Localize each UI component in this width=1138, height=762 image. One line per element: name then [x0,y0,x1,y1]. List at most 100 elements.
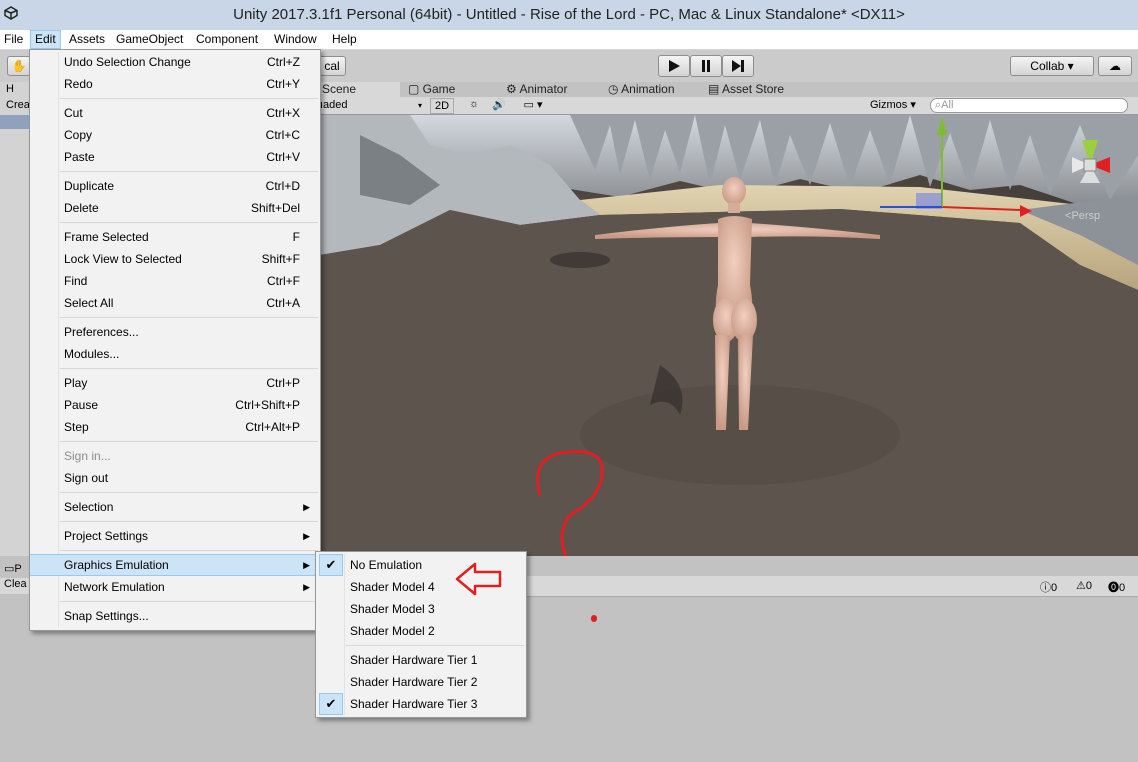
menu-item-label: Modules... [64,347,120,361]
menu-item-shortcut: Ctrl+D [265,179,300,193]
menu-gameobject[interactable]: GameObject [112,30,187,49]
menu-item-label: Sign in... [64,449,111,463]
menu-item-copy[interactable]: Copy Ctrl+C [30,124,320,146]
console-clear-label: Clea [4,578,27,590]
step-button[interactable] [722,55,754,77]
menu-item-network-emulation[interactable]: Network Emulation ▶ [30,576,320,598]
hand-tool-button[interactable]: ✋ [7,56,31,76]
menu-item-shortcut: Ctrl+Y [266,77,300,91]
window-title: Unity 2017.3.1f1 Personal (64bit) - Unti… [233,6,905,23]
animation-icon: ◷ [608,82,622,96]
menu-item-delete[interactable]: Delete Shift+Del [30,197,320,219]
tab-asset-store-label: Asset Store [722,82,785,96]
menu-item-select-all[interactable]: Select All Ctrl+A [30,292,320,314]
tab-animator[interactable]: ⚙ Animator [506,82,567,97]
audio-toggle[interactable]: 🔊 [490,98,508,112]
menu-edit[interactable]: Edit [30,30,61,49]
menu-assets[interactable]: Assets [65,30,109,49]
console-warning-counter[interactable]: ⚠0 [1076,579,1092,592]
submenu-item-tier-2[interactable]: Shader Hardware Tier 2 [316,671,526,693]
submenu-item-tier-3[interactable]: ✔ Shader Hardware Tier 3 [316,693,526,715]
hand-icon: ✋ [11,59,27,73]
menu-item-label: Shader Model 2 [350,624,435,638]
menu-item-paste[interactable]: Paste Ctrl+V [30,146,320,168]
menu-item-label: Undo Selection Change [64,55,191,69]
tab-scene[interactable]: Scene [320,82,400,97]
menu-item-duplicate[interactable]: Duplicate Ctrl+D [30,175,320,197]
scene-viewport[interactable]: <Persp [320,115,1138,556]
menu-separator [60,601,318,602]
menu-item-redo[interactable]: Redo Ctrl+Y [30,73,320,95]
effects-dropdown[interactable]: ▭ ▾ [518,98,548,112]
menu-window[interactable]: Window [270,30,321,49]
speaker-icon: 🔊 [492,99,506,111]
menu-separator [60,550,318,551]
warning-icon: ⚠ [1076,580,1086,592]
menu-item-label: Redo [64,77,93,91]
menu-item-project-settings[interactable]: Project Settings ▶ [30,525,320,547]
submenu-item-shader-model-3[interactable]: Shader Model 3 [316,598,526,620]
console-message-counter[interactable]: ⓿0 [1108,579,1125,595]
step-icon [732,60,744,72]
shading-mode-dropdown[interactable]: ıaded ▾ [320,98,424,113]
tab-scene-label: Scene [322,82,357,96]
menu-item-shortcut: Ctrl+Z [267,55,300,69]
menu-item-cut[interactable]: Cut Ctrl+X [30,102,320,124]
menu-item-step[interactable]: Step Ctrl+Alt+P [30,416,320,438]
menu-item-snap-settings[interactable]: Snap Settings... [30,605,320,627]
menu-item-play[interactable]: Play Ctrl+P [30,372,320,394]
submenu-item-shader-model-2[interactable]: Shader Model 2 [316,620,526,642]
menu-item-find[interactable]: Find Ctrl+F [30,270,320,292]
menu-item-selection[interactable]: Selection ▶ [30,496,320,518]
console-error-counter[interactable]: ⓘ0 [1040,579,1057,595]
hierarchy-scene-row[interactable] [0,115,30,129]
menu-item-shortcut: Ctrl+P [266,376,300,390]
pause-button[interactable] [690,55,722,77]
menu-item-label: Shader Hardware Tier 3 [350,697,478,711]
menu-item-shortcut: Ctrl+C [265,128,300,142]
menu-item-undo[interactable]: Undo Selection Change Ctrl+Z [30,51,320,73]
menu-item-shortcut: Shift+Del [250,201,300,215]
menu-item-shortcut: Ctrl+Shift+P [235,398,300,412]
menu-item-label: Shader Hardware Tier 1 [350,653,478,667]
menu-item-label: Copy [64,128,93,142]
tab-animation-label: Animation [621,82,675,96]
menu-item-sign-out[interactable]: Sign out [30,467,320,489]
gizmos-label: Gizmos ▾ [870,99,916,111]
tab-animation[interactable]: ◷ Animation [608,82,675,97]
mode-2d-toggle[interactable]: 2D [430,98,454,114]
menu-component[interactable]: Component [192,30,262,49]
menu-item-label: Sign out [64,471,109,485]
menu-item-label: Shader Model 3 [350,602,435,616]
menu-item-modules[interactable]: Modules... [30,343,320,365]
play-button[interactable] [658,55,690,77]
edit-menu: Undo Selection Change Ctrl+Z Redo Ctrl+Y C… [29,49,321,631]
menu-help[interactable]: Help [328,30,361,49]
tab-animator-label: Animator [519,82,568,96]
menu-item-label: Frame Selected [64,230,149,244]
menu-file[interactable]: File [0,30,27,49]
menu-item-shortcut: Shift+F [261,252,300,266]
menu-item-frame-selected[interactable]: Frame Selected F [30,226,320,248]
persp-text: Persp [1071,210,1101,222]
dropdown-arrow-icon: ▾ [417,101,422,110]
menu-item-pause[interactable]: Pause Ctrl+Shift+P [30,394,320,416]
tab-game[interactable]: ▢ Game [408,82,455,97]
menu-item-preferences[interactable]: Preferences... [30,321,320,343]
console-errors-count: 0 [1119,582,1126,594]
menu-item-label: Network Emulation [64,580,165,594]
lighting-toggle[interactable]: ☼ [465,98,483,112]
submenu-item-tier-1[interactable]: Shader Hardware Tier 1 [316,649,526,671]
collab-button[interactable]: Collab ▾ [1010,56,1094,76]
pivot-rotation-button[interactable]: cal [318,56,346,76]
tab-asset-store[interactable]: ▤ Asset Store [708,82,784,97]
red-dot-annotation [591,615,597,622]
submenu-arrow-icon: ▶ [303,582,310,592]
gizmos-dropdown[interactable]: Gizmos ▾ [870,98,920,112]
cloud-button[interactable]: ☁ [1098,56,1132,76]
shading-mode-label: ıaded [320,99,348,111]
menu-bar: File Edit Assets GameObject Component Wi… [0,30,1138,50]
scene-search-input[interactable]: ⌕All [930,98,1128,113]
menu-item-lock-view[interactable]: Lock View to Selected Shift+F [30,248,320,270]
menu-item-graphics-emulation[interactable]: Graphics Emulation ▶ [30,554,320,576]
